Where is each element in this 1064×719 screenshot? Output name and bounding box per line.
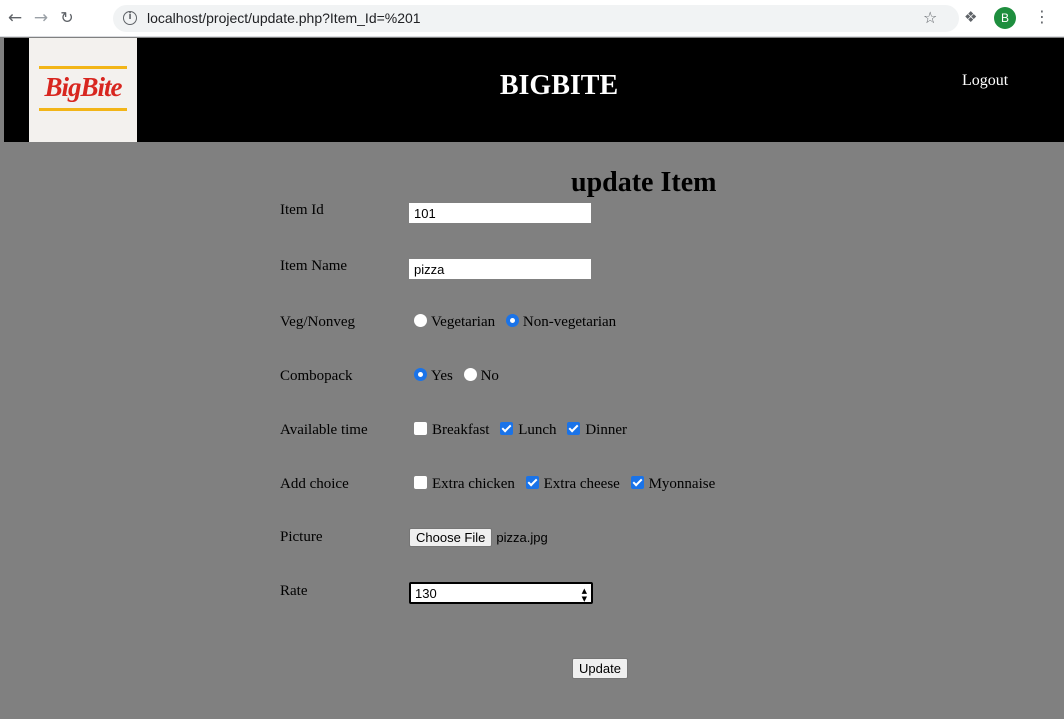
veg-label: Veg/Nonveg: [280, 314, 355, 330]
lunch-checkbox[interactable]: [500, 422, 514, 435]
page-title: update Item: [571, 167, 717, 198]
available-time-row: Available time Breakfast Lunch Dinner: [0, 422, 1064, 452]
site-title: BIGBITE: [499, 70, 619, 101]
item-name-input[interactable]: [409, 259, 591, 279]
available-time-label: Available time: [280, 422, 368, 438]
vegetarian-label: Vegetarian: [431, 314, 496, 330]
combo-yes-radio[interactable]: [414, 368, 427, 381]
profile-avatar[interactable]: B: [994, 7, 1016, 29]
combopack-options: Yes No: [409, 368, 501, 385]
item-name-row: Item Name: [0, 258, 1064, 288]
veg-row: Veg/Nonveg Vegetarian Non-vegetarian: [0, 314, 1064, 344]
extensions-puzzle-icon[interactable]: ❖: [964, 8, 977, 26]
item-id-label: Item Id: [280, 202, 324, 218]
extra-cheese-checkbox[interactable]: [525, 476, 539, 489]
extra-chicken-label: Extra chicken: [432, 476, 515, 492]
choose-file-button[interactable]: Choose File: [409, 528, 493, 547]
dinner-checkbox[interactable]: [567, 422, 581, 435]
myonnaise-checkbox[interactable]: [630, 476, 644, 489]
combopack-row: Combopack Yes No: [0, 368, 1064, 398]
logo: BigBite: [29, 38, 137, 142]
non-vegetarian-label: Non-vegetarian: [522, 314, 617, 330]
item-id-row: Item Id: [0, 202, 1064, 232]
combopack-label: Combopack: [280, 368, 353, 384]
bookmark-star-icon[interactable]: ☆: [923, 8, 937, 27]
breakfast-label: Breakfast: [432, 422, 490, 438]
add-choice-row: Add choice Extra chicken Extra cheese My…: [0, 476, 1064, 506]
extra-chicken-checkbox[interactable]: [414, 476, 427, 489]
rate-row: Rate 130 ▲ ▼: [0, 582, 1064, 613]
logo-text: BigBite: [44, 72, 122, 102]
myonnaise-label: Myonnaise: [648, 476, 716, 492]
reload-icon[interactable]: ↻: [56, 7, 78, 29]
logo-stripe-bottom: [39, 108, 127, 111]
extra-cheese-label: Extra cheese: [543, 476, 620, 492]
spinner-arrows-icon[interactable]: ▲ ▼: [582, 587, 587, 603]
item-name-label: Item Name: [280, 258, 348, 274]
kebab-menu-icon[interactable]: ⋮: [1034, 7, 1050, 26]
non-vegetarian-radio[interactable]: [505, 314, 519, 327]
lunch-label: Lunch: [518, 422, 557, 438]
site-header: BigBite BIGBITE Logout: [4, 38, 1064, 142]
logo-stripe-top: [39, 66, 127, 69]
update-button[interactable]: Update: [572, 658, 628, 679]
add-choice-options: Extra chicken Extra cheese Myonnaise: [409, 476, 717, 493]
dinner-label: Dinner: [585, 422, 627, 438]
logout-link[interactable]: Logout: [962, 72, 1008, 90]
picture-row: Picture Choose File pizza.jpg: [0, 528, 1064, 559]
add-choice-label: Add choice: [280, 476, 349, 492]
item-id-input[interactable]: [409, 203, 591, 223]
rate-input[interactable]: 130 ▲ ▼: [409, 582, 593, 604]
info-icon[interactable]: i: [123, 11, 137, 25]
rate-label: Rate: [280, 583, 308, 599]
file-name: pizza.jpg: [496, 530, 548, 545]
combo-yes-label: Yes: [431, 368, 453, 384]
combo-no-radio[interactable]: [463, 368, 477, 381]
veg-options: Vegetarian Non-vegetarian: [409, 314, 618, 331]
combo-no-label: No: [480, 368, 499, 384]
available-time-options: Breakfast Lunch Dinner: [409, 422, 629, 439]
rate-value: 130: [415, 586, 437, 601]
forward-icon[interactable]: →: [30, 7, 52, 29]
file-picker: Choose File pizza.jpg: [409, 528, 548, 547]
breakfast-checkbox[interactable]: [414, 422, 427, 435]
vegetarian-radio[interactable]: [414, 314, 427, 327]
browser-toolbar: ← → ↻ i localhost/project/update.php?Ite…: [0, 0, 1064, 37]
picture-label: Picture: [280, 529, 323, 545]
back-icon[interactable]: ←: [4, 7, 26, 29]
address-bar[interactable]: i localhost/project/update.php?Item_Id=%…: [113, 5, 959, 32]
url-text[interactable]: localhost/project/update.php?Item_Id=%20…: [147, 10, 421, 26]
